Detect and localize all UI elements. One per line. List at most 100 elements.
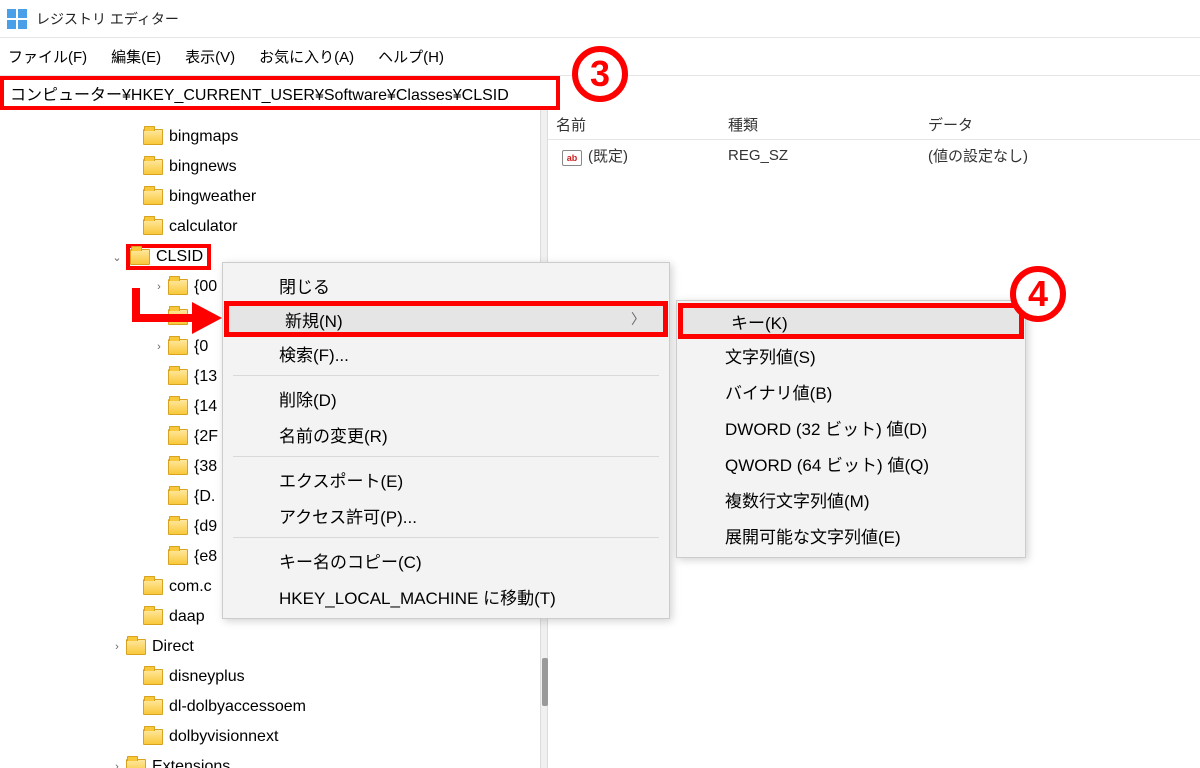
folder-icon [143, 189, 163, 205]
ctx-close[interactable]: 閉じる [223, 267, 669, 303]
folder-icon [168, 549, 188, 565]
folder-icon [168, 519, 188, 535]
tree-item-bingmaps[interactable]: bingmaps [0, 122, 540, 152]
tree-label: bingmaps [169, 128, 238, 146]
value-type: REG_SZ [728, 147, 928, 164]
folder-icon [168, 279, 188, 295]
ctx-find[interactable]: 検索(F)... [223, 335, 669, 371]
ctx-rename[interactable]: 名前の変更(R) [223, 416, 669, 452]
tree-label: {13 [194, 368, 217, 386]
chevron-right-icon[interactable]: › [150, 281, 168, 293]
badge-label: 3 [590, 53, 610, 95]
ctx-label: エクスポート(E) [279, 467, 403, 492]
tree-label: {00 [194, 278, 217, 296]
menu-favorites[interactable]: お気に入り(A) [259, 46, 354, 67]
sub-label: 複数行文字列値(M) [725, 487, 869, 512]
folder-icon [168, 309, 188, 325]
sub-binary[interactable]: バイナリ値(B) [677, 373, 1025, 409]
sub-dword[interactable]: DWORD (32 ビット) 値(D) [677, 409, 1025, 445]
folder-icon [168, 369, 188, 385]
tree-item-direct[interactable]: › Direct [0, 632, 540, 662]
tree-label: {d9 [194, 518, 217, 536]
tree-item-bingweather[interactable]: bingweather [0, 182, 540, 212]
ctx-label: 削除(D) [279, 386, 337, 411]
chevron-right-icon[interactable]: › [108, 641, 126, 653]
tree-label: Direct [152, 638, 194, 656]
folder-icon [143, 129, 163, 145]
col-data[interactable]: データ [928, 114, 1200, 135]
chevron-down-icon[interactable]: ⌄ [108, 251, 126, 264]
sub-multistring[interactable]: 複数行文字列値(M) [677, 481, 1025, 517]
tree-label: bingnews [169, 158, 237, 176]
tree-label: dl-dolbyaccessoem [169, 698, 306, 716]
ctx-label: 閉じる [279, 273, 330, 298]
tree-item-bingnews[interactable]: bingnews [0, 152, 540, 182]
tree-item-calculator[interactable]: calculator [0, 212, 540, 242]
sub-label: DWORD (32 ビット) 値(D) [725, 415, 927, 440]
separator [233, 537, 659, 538]
folder-icon [130, 249, 150, 265]
menu-view[interactable]: 表示(V) [185, 46, 235, 67]
tree-item-extensions[interactable]: ›Extensions [0, 752, 540, 768]
app-title: レジストリ エディター [36, 9, 179, 29]
tree-label: {0 [194, 308, 208, 326]
folder-icon [168, 399, 188, 415]
badge-label: 4 [1028, 273, 1048, 315]
tree-label: disneyplus [169, 668, 245, 686]
col-name[interactable]: 名前 [548, 114, 728, 135]
tree-label: {38 [194, 458, 217, 476]
sub-key[interactable]: キー(K) [678, 303, 1024, 339]
sub-qword[interactable]: QWORD (64 ビット) 値(Q) [677, 445, 1025, 481]
chevron-right-icon[interactable]: › [150, 341, 168, 353]
folder-icon [143, 579, 163, 595]
ctx-delete[interactable]: 削除(D) [223, 380, 669, 416]
folder-icon [168, 429, 188, 445]
tree-label: {0 [194, 338, 208, 356]
folder-icon [126, 759, 146, 768]
sub-label: キー(K) [731, 309, 788, 334]
string-value-icon: ab [562, 150, 582, 166]
tree-label: dolbyvisionnext [169, 728, 278, 746]
app-icon [6, 8, 28, 30]
sub-label: 文字列値(S) [725, 343, 816, 368]
sub-expandstring[interactable]: 展開可能な文字列値(E) [677, 517, 1025, 553]
menu-help[interactable]: ヘルプ(H) [378, 46, 444, 67]
tree-label: daap [169, 608, 205, 626]
ctx-label: 名前の変更(R) [279, 422, 388, 447]
list-row-default[interactable]: ab(既定) REG_SZ (値の設定なし) [548, 140, 1200, 170]
col-type[interactable]: 種類 [728, 114, 928, 135]
folder-icon [143, 729, 163, 745]
separator [233, 375, 659, 376]
folder-icon [143, 219, 163, 235]
tree-label: CLSID [156, 248, 203, 266]
menu-file[interactable]: ファイル(F) [8, 46, 87, 67]
sub-string[interactable]: 文字列値(S) [677, 337, 1025, 373]
folder-icon [143, 699, 163, 715]
ctx-permissions[interactable]: アクセス許可(P)... [223, 497, 669, 533]
tree-item-disneyplus[interactable]: disneyplus [0, 662, 540, 692]
chevron-right-icon[interactable]: › [108, 761, 126, 768]
tree-item-dolbyvision[interactable]: dolbyvisionnext [0, 722, 540, 752]
tree-item-dldolby[interactable]: dl-dolbyaccessoem [0, 692, 540, 722]
annotation-badge-4: 4 [1010, 266, 1066, 322]
ctx-export[interactable]: エクスポート(E) [223, 461, 669, 497]
ctx-copy-key-name[interactable]: キー名のコピー(C) [223, 542, 669, 578]
folder-icon [143, 159, 163, 175]
tree-label: {D. [194, 488, 215, 506]
separator [233, 456, 659, 457]
ctx-goto-hklm[interactable]: HKEY_LOCAL_MACHINE に移動(T) [223, 578, 669, 614]
menu-edit[interactable]: 編集(E) [111, 46, 161, 67]
folder-icon [126, 639, 146, 655]
list-header: 名前 種類 データ [548, 110, 1200, 140]
ctx-label: キー名のコピー(C) [279, 548, 422, 573]
sub-label: バイナリ値(B) [725, 379, 832, 404]
submenu-new: キー(K) 文字列値(S) バイナリ値(B) DWORD (32 ビット) 値(… [676, 300, 1026, 558]
folder-icon [143, 669, 163, 685]
address-bar[interactable]: コンピューター¥HKEY_CURRENT_USER¥Software¥Class… [0, 76, 560, 110]
ctx-new[interactable]: 新規(N)〉 [224, 301, 668, 337]
folder-icon [168, 339, 188, 355]
tree-label: com.c [169, 578, 212, 596]
folder-icon [168, 489, 188, 505]
sub-label: 展開可能な文字列値(E) [725, 523, 901, 548]
folder-icon [143, 609, 163, 625]
